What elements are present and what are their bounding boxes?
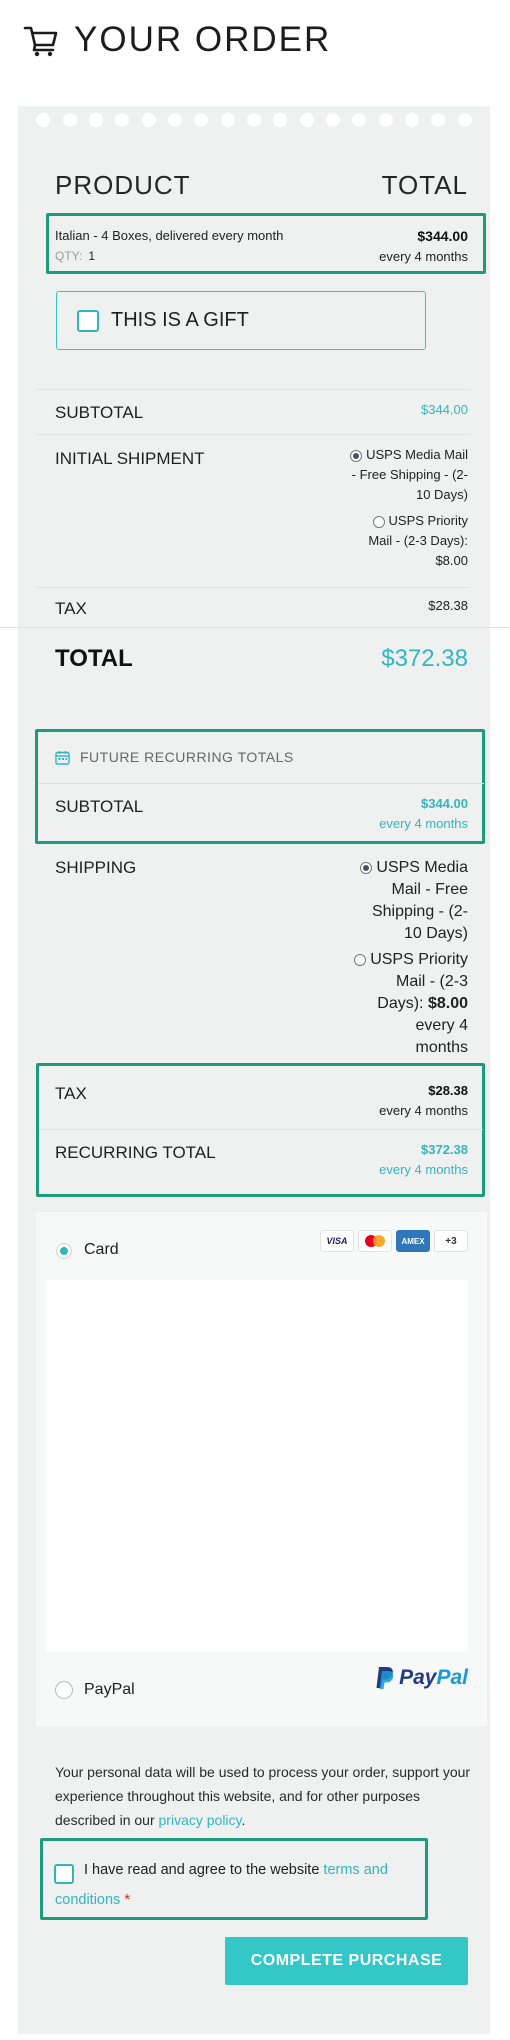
recurring-tax-value: $28.38 [428, 1083, 468, 1098]
recurring-option-media-mail[interactable]: USPS Media [338, 857, 468, 879]
ropt2-l1: USPS Priority [370, 951, 468, 968]
page-header: YOUR ORDER [22, 18, 331, 62]
mastercard-logo-icon [358, 1230, 392, 1252]
paypal-word-pal: Pal [436, 1666, 468, 1689]
future-recurring-title: FUTURE RECURRING TOTALS [80, 749, 294, 765]
item-frequency: every 4 months [379, 249, 468, 264]
item-price: $344.00 [417, 228, 468, 244]
column-header-total: TOTAL [381, 170, 468, 200]
radio-recurring-priority-mail[interactable] [354, 953, 367, 966]
divider [0, 627, 510, 628]
perforated-edge [18, 106, 490, 134]
shipping-option-priority-mail[interactable]: USPS Priority [308, 511, 468, 531]
opt1-line2: - Free Shipping - (2- [351, 467, 468, 482]
ropt1-l2: Mail - Free [391, 881, 468, 898]
opt1-line1: USPS Media Mail [366, 447, 468, 462]
ropt2-l5: months [415, 1039, 468, 1056]
future-recurring-heading: FUTURE RECURRING TOTALS [55, 749, 294, 765]
terms-label: I have read and agree to the website [84, 1862, 324, 1878]
recurring-total-value: $372.38 [421, 1142, 468, 1157]
ropt2-l3: Days): [377, 995, 424, 1012]
recurring-tax-label: TAX [55, 1084, 87, 1103]
paypal-word-pay: Pay [399, 1666, 437, 1689]
divider [36, 587, 470, 588]
terms-link-part1[interactable]: terms and [323, 1862, 387, 1878]
visa-logo-icon: VISA [320, 1230, 354, 1252]
recurring-subtotal-frequency: every 4 months [379, 816, 468, 831]
ropt2-l2: Mail - (2-3 [395, 973, 468, 990]
item-qty: QTY: 1 [55, 249, 95, 263]
ropt2-price: $8.00 [427, 995, 468, 1012]
recurring-tax-frequency: every 4 months [379, 1103, 468, 1118]
radio-recurring-media-mail[interactable] [360, 861, 373, 874]
ropt2-l4: every 4 [415, 1017, 468, 1034]
recurring-option-priority-mail[interactable]: USPS Priority [338, 949, 468, 971]
more-brands-badge: +3 [434, 1230, 468, 1252]
required-marker: * [124, 1892, 130, 1908]
divider [36, 434, 470, 435]
gift-checkbox[interactable] [77, 309, 99, 332]
page-title: YOUR ORDER [74, 20, 332, 59]
subtotal-value: $344.00 [421, 402, 468, 417]
complete-purchase-button[interactable]: COMPLETE PURCHASE [225, 1937, 468, 1985]
total-label: TOTAL [55, 645, 133, 672]
tax-label: TAX [55, 599, 87, 618]
divider [39, 1129, 483, 1130]
card-brands: VISA AMEX +3 [320, 1230, 468, 1252]
tax-value: $28.38 [428, 598, 468, 613]
shipping-option-media-mail[interactable]: USPS Media Mail [308, 445, 468, 465]
ropt1-l4: 10 Days) [403, 925, 468, 942]
recurring-shipping-label: SHIPPING [55, 858, 137, 877]
opt2-line1: USPS Priority [388, 513, 468, 528]
card-details-frame[interactable] [46, 1280, 468, 1652]
gift-label: THIS IS A GIFT [111, 309, 249, 331]
terms-checkbox[interactable] [54, 1864, 74, 1884]
terms-text: I have read and agree to the website ter… [84, 1862, 388, 1878]
divider [38, 783, 484, 784]
privacy-notice: Your personal data will be used to proce… [55, 1760, 475, 1832]
privacy-text: Your personal data will be used to proce… [55, 1764, 471, 1828]
subtotal-label: SUBTOTAL [55, 403, 144, 422]
radio-priority-mail[interactable] [372, 515, 385, 528]
paypal-label[interactable]: PayPal [84, 1681, 135, 1699]
paypal-logo: PayPal [375, 1666, 468, 1690]
recurring-total-label: RECURRING TOTAL [55, 1143, 216, 1162]
divider [36, 389, 470, 390]
initial-shipment-label: INITIAL SHIPMENT [55, 449, 205, 468]
privacy-end: . [241, 1812, 246, 1828]
ropt1-l3: Shipping - (2- [371, 903, 468, 920]
terms-text-line2: conditions * [55, 1892, 130, 1908]
ropt1-l1: USPS Media [376, 859, 468, 876]
recurring-subtotal-value: $344.00 [421, 796, 468, 811]
gift-option[interactable]: THIS IS A GIFT [56, 291, 426, 350]
card-radio[interactable] [56, 1243, 72, 1259]
cart-icon [23, 26, 58, 57]
paypal-radio[interactable] [55, 1681, 73, 1699]
qty-label: QTY: [55, 249, 83, 263]
opt2-line2: Mail - (2-3 Days): [368, 533, 468, 548]
radio-media-mail[interactable] [350, 449, 363, 462]
calendar-icon [55, 750, 70, 765]
recurring-shipping-options: USPS Media Mail - Free Shipping - (2- 10… [338, 857, 468, 1059]
qty-value: 1 [88, 249, 96, 263]
recurring-total-frequency: every 4 months [379, 1162, 468, 1177]
column-header-product: PRODUCT [55, 170, 191, 200]
terms-link-part2[interactable]: conditions [55, 1892, 120, 1908]
paypal-p-icon [376, 1667, 394, 1689]
item-name: Italian - 4 Boxes, delivered every month [55, 228, 284, 243]
recurring-subtotal-label: SUBTOTAL [55, 797, 144, 816]
initial-shipping-options: USPS Media Mail - Free Shipping - (2- 10… [308, 445, 468, 571]
opt1-line3: 10 Days) [415, 487, 468, 502]
amex-logo-icon: AMEX [396, 1230, 430, 1252]
card-label[interactable]: Card [84, 1241, 119, 1259]
privacy-policy-link[interactable]: privacy policy [159, 1812, 242, 1828]
total-value: $372.38 [381, 645, 468, 672]
opt2-line3: $8.00 [435, 553, 468, 568]
